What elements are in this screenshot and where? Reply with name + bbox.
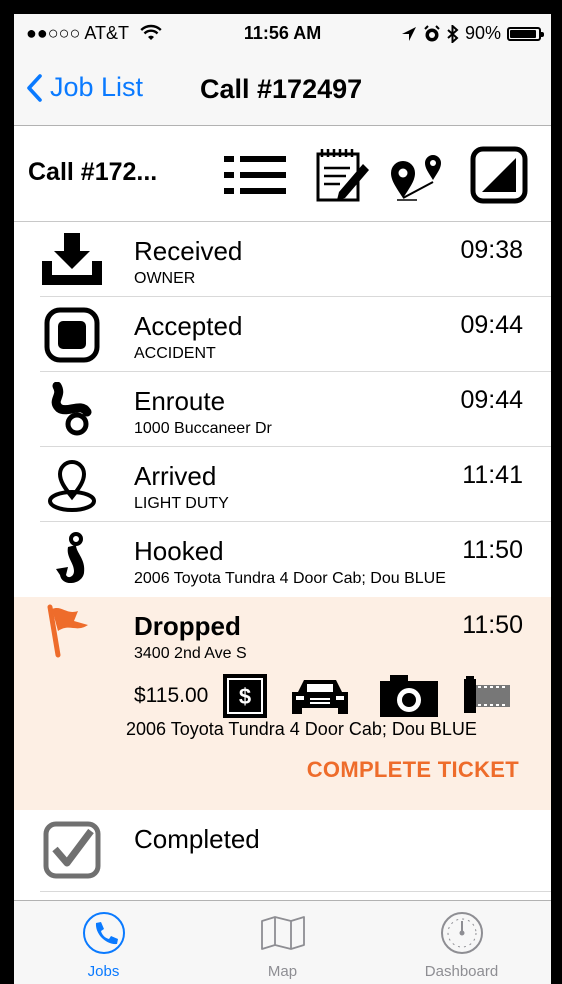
tab-label: Map [267,963,298,980]
step-label: Dropped [134,611,241,641]
location-arrow-icon [401,26,416,41]
timeline-row-enroute[interactable]: Enroute 1000 Buccaneer Dr 09:44 [14,372,551,447]
app-screen: ●●○○○ AT&T 11:56 AM 90% Job List Call #1… [14,14,551,984]
job-timeline: Received OWNER 09:38 Accepted ACCIDENT 0… [14,222,551,892]
step-time: 11:50 [462,611,523,639]
tab-label: Dashboard [424,963,499,980]
step-detail: 2006 Toyota Tundra 4 Door Cab; Dou BLUE [134,570,446,587]
film-icon[interactable] [462,675,512,717]
step-detail: 3400 2nd Ave S [134,645,247,662]
navigation-bar: Job List Call #172497 [14,54,551,126]
call-title: Call #172... [28,158,158,186]
checkbox-icon [40,821,104,879]
price-label: $115.00 [134,684,209,707]
bluetooth-icon [447,24,459,43]
flag-icon [44,603,108,659]
notepad-icon[interactable] [312,144,374,206]
list-icon[interactable] [224,144,286,206]
step-time: 11:41 [462,461,523,489]
dropped-details: $115.00 $ [134,673,512,719]
tab-bar: Jobs Map Dashboard [14,900,551,984]
svg-text:$: $ [239,684,251,709]
step-time: 09:44 [460,311,523,339]
step-label: Received [134,236,243,266]
stop-square-icon [40,307,104,363]
back-button[interactable]: Job List [26,72,143,103]
winding-road-icon [40,382,104,438]
step-detail: ACCIDENT [134,345,216,362]
status-right: 90% [401,23,544,44]
step-label: Accepted [134,311,243,341]
tab-jobs[interactable]: Jobs [14,901,193,984]
step-time: 11:50 [462,536,523,564]
phone-icon [14,911,193,955]
hook-icon [40,532,104,588]
payment-icon[interactable]: $ [222,673,268,719]
tab-label: Jobs [87,963,120,980]
timeline-row-dropped[interactable]: Dropped 3400 2nd Ave S 11:50 $115.00 $ 2… [14,597,551,810]
timeline-row-arrived[interactable]: Arrived LIGHT DUTY 11:41 [14,447,551,522]
timeline-row-completed[interactable]: Completed [14,810,551,892]
timeline-row-accepted[interactable]: Accepted ACCIDENT 09:44 [14,297,551,372]
step-label: Hooked [134,536,224,566]
step-label: Arrived [134,461,217,491]
camera-icon[interactable] [378,673,440,719]
timeline-row-received[interactable]: Received OWNER 09:38 [14,222,551,297]
step-time: 09:44 [460,386,523,414]
battery-percent: 90% [464,23,501,43]
tab-dashboard[interactable]: Dashboard [372,901,551,984]
timeline-row-hooked[interactable]: Hooked 2006 Toyota Tundra 4 Door Cab; Do… [14,522,551,597]
vehicle-icon[interactable] [290,676,350,716]
back-label: Job List [50,72,144,102]
gauge-icon [372,911,551,955]
alarm-icon [424,24,440,41]
step-detail: LIGHT DUTY [134,495,229,512]
step-detail: OWNER [134,270,196,287]
tab-map[interactable]: Map [193,901,372,984]
row-divider [40,891,551,892]
map-icon [193,911,372,955]
location-pin-icon [40,457,104,513]
step-label: Completed [134,824,260,854]
route-icon[interactable] [388,144,450,206]
vehicle-description: 2006 Toyota Tundra 4 Door Cab; Dou BLUE [126,719,477,739]
complete-ticket-button[interactable]: COMPLETE TICKET [307,757,519,783]
download-icon [40,232,104,288]
step-detail: 1000 Buccaneer Dr [134,420,272,437]
step-label: Enroute [134,386,226,416]
battery-icon [507,26,544,41]
call-toolbar: Call #172... [14,126,551,222]
step-time: 09:38 [460,236,523,264]
page-title: Call #172497 [200,74,363,104]
chevron-left-icon [27,73,42,102]
status-bar: ●●○○○ AT&T 11:56 AM 90% [14,14,551,54]
status-icon[interactable] [468,144,530,206]
